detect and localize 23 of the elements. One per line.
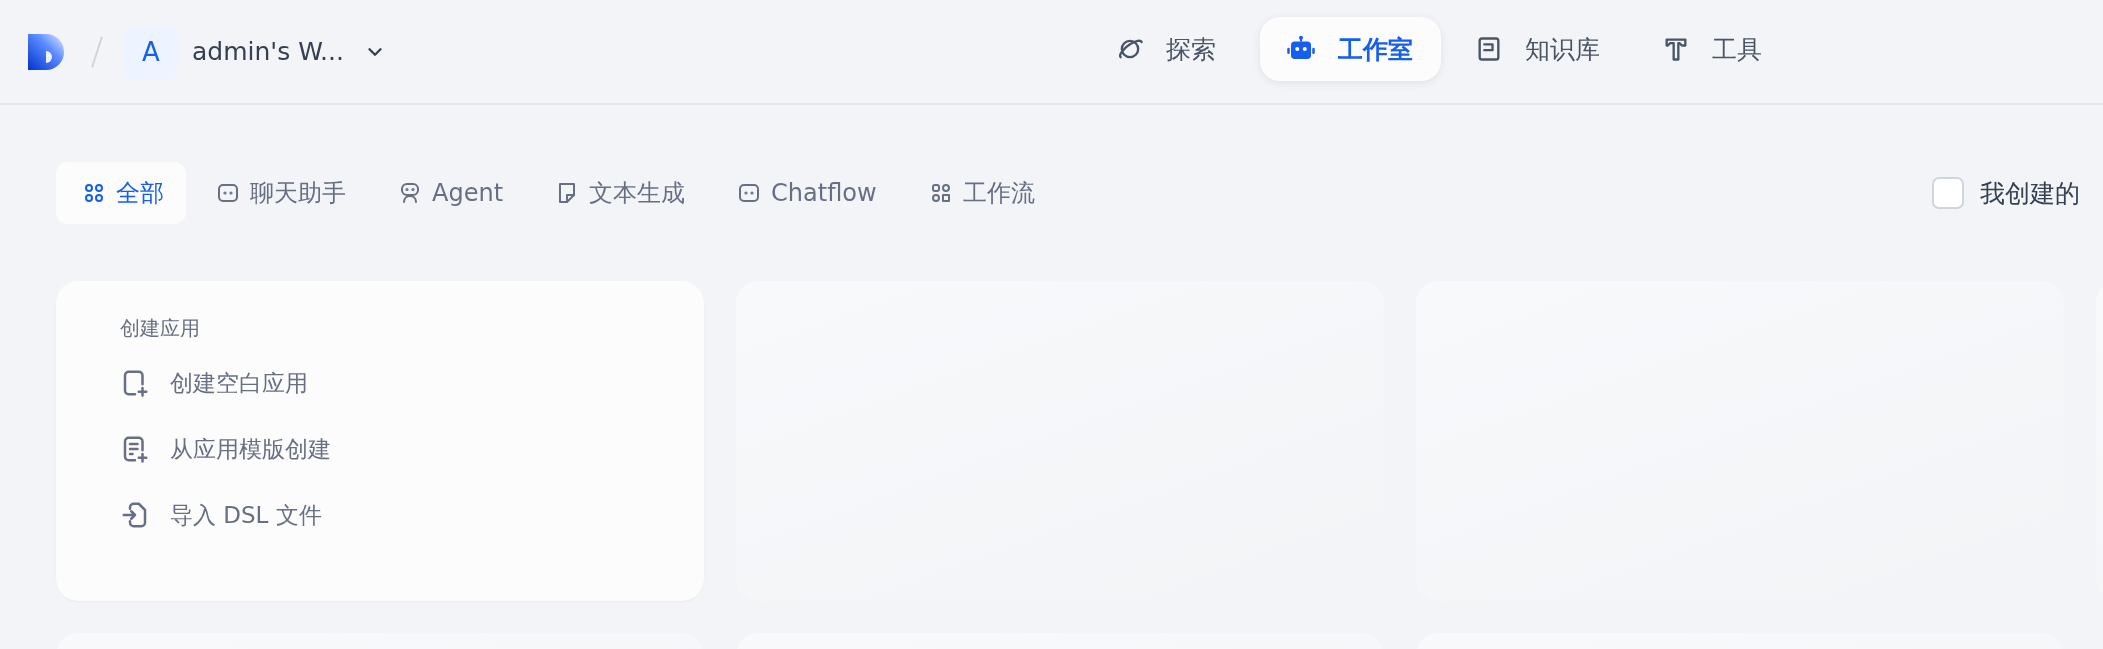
create-option[interactable]: 创建空白应用 xyxy=(120,358,308,408)
filter-tab[interactable]: 全部 xyxy=(56,162,186,224)
checkbox-label[interactable]: 我创建的 xyxy=(1980,176,2080,210)
chat-icon xyxy=(216,181,240,205)
filter-tab[interactable]: Chatflow xyxy=(723,162,899,224)
logo[interactable] xyxy=(28,33,64,70)
checkbox[interactable] xyxy=(1932,177,1964,209)
create-option[interactable]: 导入 DSL 文件 xyxy=(120,490,322,540)
workspace-avatar[interactable]: A xyxy=(124,24,178,79)
card-title: 创建应用 xyxy=(120,315,200,342)
nav-tab[interactable]: 工具 xyxy=(1644,17,1790,81)
filter-tab[interactable]: 文本生成 xyxy=(541,162,708,224)
robot-icon xyxy=(398,181,422,205)
nav-tab[interactable]: 知识库 xyxy=(1457,17,1628,81)
nav-tab[interactable]: 探索 xyxy=(1098,17,1244,81)
grid-icon xyxy=(82,181,106,205)
filter-tab[interactable]: Agent xyxy=(384,162,526,224)
workspace-name[interactable]: admin's W... xyxy=(192,37,344,66)
nav-tab[interactable]: 工作室 xyxy=(1260,17,1441,81)
create-option[interactable]: 从应用模版创建 xyxy=(120,424,331,474)
chat-icon xyxy=(737,181,762,205)
filter-tab[interactable]: 工作流 xyxy=(914,162,1057,224)
filter-tab[interactable]: 聊天助手 xyxy=(202,162,368,224)
